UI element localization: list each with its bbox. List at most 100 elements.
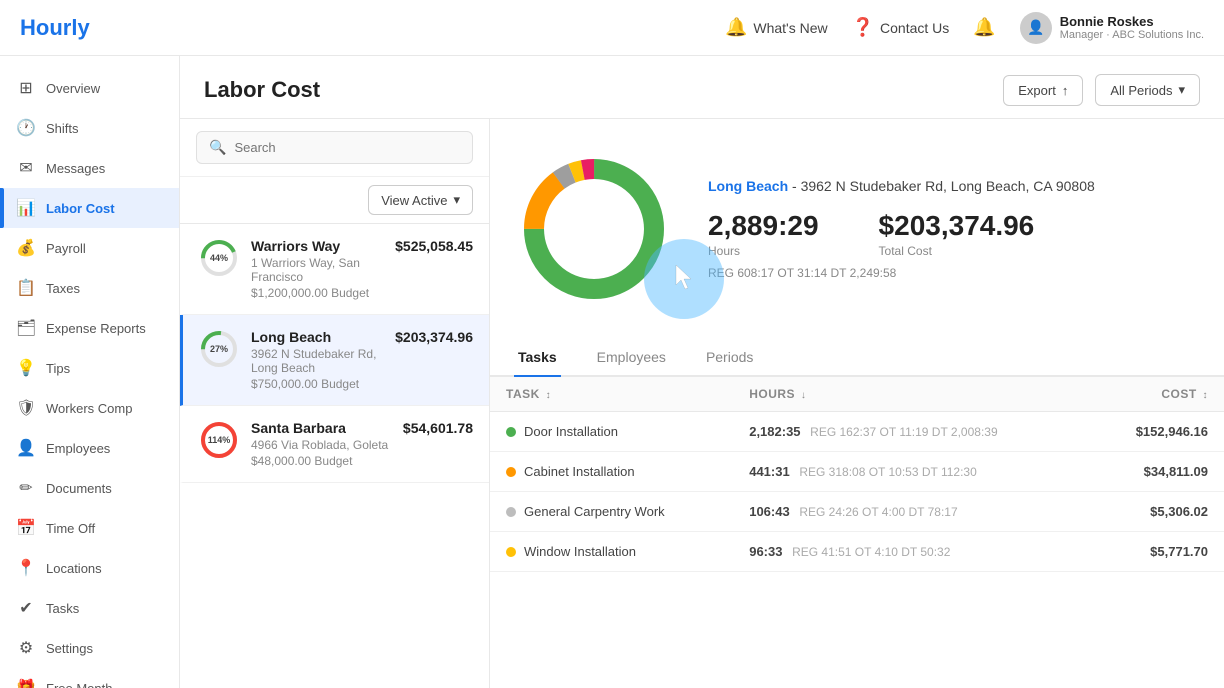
search-input[interactable] (234, 140, 460, 155)
settings-icon: ⚙ (16, 638, 36, 658)
sidebar-item-messages[interactable]: ✉ Messages (0, 148, 179, 188)
sidebar-item-free-month[interactable]: 🎁 Free Month (0, 668, 179, 688)
sidebar-item-overview[interactable]: ⊞ Overview (0, 68, 179, 108)
sidebar-label-employees: Employees (46, 441, 110, 456)
cost-sort-icon: ↕ (1203, 390, 1209, 401)
reg-detail: REG 608:17 OT 31:14 DT 2,249:58 (708, 266, 1200, 280)
help-icon: ❓ (852, 17, 874, 38)
sidebar-item-time-off[interactable]: 📅 Time Off (0, 508, 179, 548)
sidebar: ⊞ Overview 🕐 Shifts ✉ Messages 📊 Labor C… (0, 56, 180, 688)
sidebar-item-tasks[interactable]: ✔ Tasks (0, 588, 179, 628)
sidebar-item-expense-reports[interactable]: 🗂 Expense Reports (0, 308, 179, 348)
warriors-way-pct: 44% (210, 253, 228, 263)
santa-barbara-pct: 114% (208, 435, 231, 445)
shifts-icon: 🕐 (16, 118, 36, 138)
sidebar-item-settings[interactable]: ⚙ Settings (0, 628, 179, 668)
sidebar-item-payroll[interactable]: 💰 Payroll (0, 228, 179, 268)
santa-barbara-cost: $54,601.78 (403, 420, 473, 436)
detail-location-name: Long Beach (708, 178, 788, 194)
total-cost-label: Total Cost (879, 244, 1035, 258)
task-hours: 96:33 REG 41:51 OT 4:10 DT 50:32 (733, 532, 1091, 572)
long-beach-info: Long Beach 3962 N Studebaker Rd, Long Be… (251, 329, 383, 391)
list-item[interactable]: 44% Warriors Way 1 Warriors Way, San Fra… (180, 224, 489, 315)
sidebar-item-workers-comp[interactable]: 🛡 Workers Comp (0, 388, 179, 428)
avatar: 👤 (1020, 12, 1052, 44)
task-name-cell: Window Installation (490, 532, 733, 572)
tab-tasks[interactable]: Tasks (514, 339, 561, 377)
sidebar-label-settings: Settings (46, 641, 93, 656)
notifications-bell[interactable]: 🔔 (973, 17, 995, 38)
user-menu[interactable]: 👤 Bonnie Roskes Manager · ABC Solutions … (1020, 12, 1204, 44)
sidebar-item-taxes[interactable]: 📋 Taxes (0, 268, 179, 308)
hours-label: Hours (708, 244, 819, 258)
stats-row: 2,889:29 Hours $203,374.96 Total Cost (708, 210, 1200, 258)
tasks-table: TASK ↕ HOURS ↓ COST ↕ (490, 377, 1224, 572)
chart-stats: Long Beach - 3962 N Studebaker Rd, Long … (708, 178, 1200, 280)
list-item[interactable]: 114% Santa Barbara 4966 Via Roblada, Gol… (180, 406, 489, 483)
santa-barbara-name: Santa Barbara (251, 420, 391, 436)
page-header: Labor Cost Export ↑ All Periods ▾ (180, 56, 1224, 119)
sidebar-label-locations: Locations (46, 561, 102, 576)
long-beach-name: Long Beach (251, 329, 383, 345)
task-name-cell: Door Installation (490, 412, 733, 452)
col-task-header[interactable]: TASK ↕ (490, 377, 733, 412)
export-button[interactable]: Export ↑ (1003, 75, 1083, 106)
messages-icon: ✉ (16, 158, 36, 178)
task-cost: $152,946.16 (1091, 412, 1224, 452)
task-color-dot (506, 427, 516, 437)
table-row[interactable]: Door Installation 2,182:35 REG 162:37 OT… (490, 412, 1224, 452)
col-hours-header[interactable]: HOURS ↓ (733, 377, 1091, 412)
task-name: General Carpentry Work (524, 504, 665, 519)
chevron-down-icon: ▾ (453, 192, 460, 208)
cursor-icon (672, 263, 696, 295)
sidebar-item-labor-cost[interactable]: 📊 Labor Cost (0, 188, 179, 228)
total-cost-value: $203,374.96 (879, 210, 1035, 242)
table-row[interactable]: Cabinet Installation 441:31 REG 318:08 O… (490, 452, 1224, 492)
col-cost-header[interactable]: COST ↕ (1091, 377, 1224, 412)
table-row[interactable]: General Carpentry Work 106:43 REG 24:26 … (490, 492, 1224, 532)
sidebar-item-employees[interactable]: 👤 Employees (0, 428, 179, 468)
main-layout: ⊞ Overview 🕐 Shifts ✉ Messages 📊 Labor C… (0, 56, 1224, 688)
sidebar-item-documents[interactable]: ✏ Documents (0, 468, 179, 508)
whats-new-nav[interactable]: 🔔 What's New (725, 17, 828, 38)
long-beach-pct: 27% (210, 344, 228, 354)
table-wrap: TASK ↕ HOURS ↓ COST ↕ (490, 377, 1224, 688)
search-input-wrap[interactable]: 🔍 (196, 131, 473, 164)
table-row[interactable]: Window Installation 96:33 REG 41:51 OT 4… (490, 532, 1224, 572)
sidebar-item-tips[interactable]: 💡 Tips (0, 348, 179, 388)
sidebar-item-shifts[interactable]: 🕐 Shifts (0, 108, 179, 148)
detail-location-address: 3962 N Studebaker Rd, Long Beach, CA 908… (801, 178, 1095, 194)
donut-warriors-way: 44% (199, 238, 239, 278)
hours-sort-icon: ↓ (801, 390, 807, 401)
free-month-icon: 🎁 (16, 678, 36, 688)
view-active-button[interactable]: View Active ▾ (368, 185, 473, 215)
long-beach-cost: $203,374.96 (395, 329, 473, 345)
contact-us-nav[interactable]: ❓ Contact Us (852, 17, 950, 38)
chart-section: Long Beach - 3962 N Studebaker Rd, Long … (490, 119, 1224, 339)
tab-periods[interactable]: Periods (702, 339, 757, 377)
payroll-icon: 💰 (16, 238, 36, 258)
locations-icon: 📍 (16, 558, 36, 578)
content-area: 🔍 View Active ▾ (180, 119, 1224, 688)
view-active-bar: View Active ▾ (180, 177, 489, 224)
app-logo: Hourly (20, 15, 90, 41)
tips-icon: 💡 (16, 358, 36, 378)
santa-barbara-info: Santa Barbara 4966 Via Roblada, Goleta $… (251, 420, 391, 468)
task-sort-icon: ↕ (546, 390, 552, 401)
employees-icon: 👤 (16, 438, 36, 458)
all-periods-button[interactable]: All Periods ▾ (1095, 74, 1200, 106)
task-hours: 2,182:35 REG 162:37 OT 11:19 DT 2,008:39 (733, 412, 1091, 452)
sidebar-item-locations[interactable]: 📍 Locations (0, 548, 179, 588)
task-cost: $5,771.70 (1091, 532, 1224, 572)
tab-employees[interactable]: Employees (593, 339, 670, 377)
santa-barbara-budget: $48,000.00 Budget (251, 454, 391, 468)
list-item[interactable]: 27% Long Beach 3962 N Studebaker Rd, Lon… (180, 315, 489, 406)
sidebar-label-overview: Overview (46, 81, 100, 96)
export-label: Export (1018, 83, 1056, 98)
labor-cost-icon: 📊 (16, 198, 36, 218)
sidebar-label-tips: Tips (46, 361, 70, 376)
bell-icon: 🔔 (725, 17, 747, 38)
documents-icon: ✏ (16, 478, 36, 498)
task-hours: 106:43 REG 24:26 OT 4:00 DT 78:17 (733, 492, 1091, 532)
task-cost: $5,306.02 (1091, 492, 1224, 532)
